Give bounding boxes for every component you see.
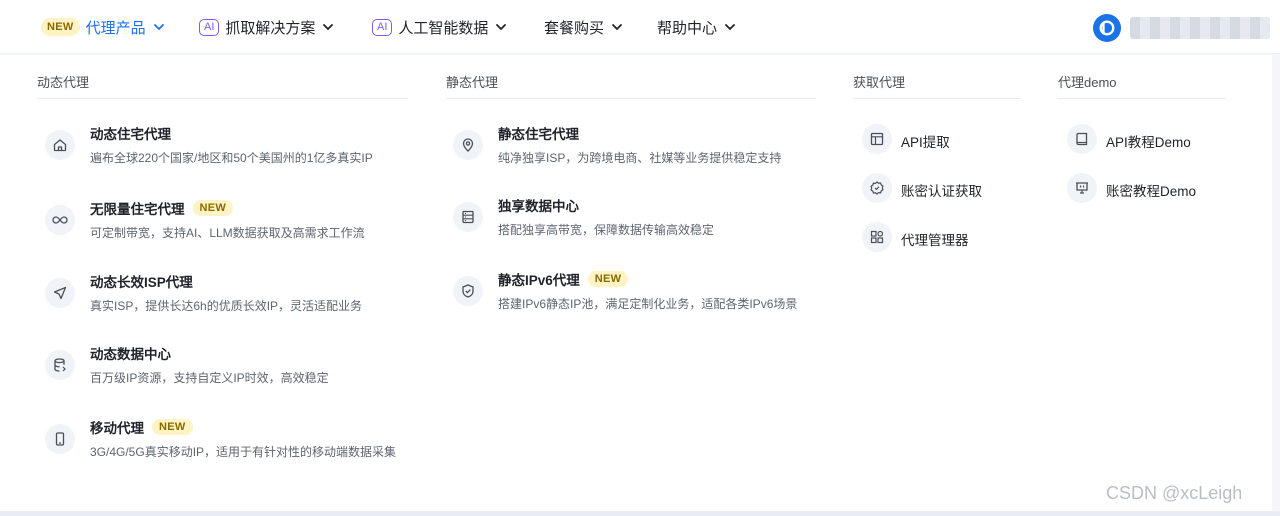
item-title: 移动代理 NEW <box>90 417 193 437</box>
book-icon <box>1067 124 1097 154</box>
column-title-dynamic: 动态代理 <box>37 75 90 90</box>
item-label: 账密认证获取 <box>901 184 982 199</box>
nav-help-center[interactable]: 帮助中心 <box>657 0 737 54</box>
item-description: 可定制带宽，支持AI、LLM数据获取及高需求工作流 <box>90 226 365 240</box>
item-description: 搭建IPv6静态IP池，满足定制化业务，适配各类IPv6场景 <box>498 297 798 311</box>
page-background-strip <box>0 511 1280 516</box>
menu-item-mobile-proxy[interactable]: 移动代理 NEW 3G/4G/5G真实移动IP，适用于有针对性的移动端数据采集 <box>45 419 415 464</box>
presentation-icon <box>1067 173 1097 203</box>
infinity-icon <box>45 205 75 235</box>
item-title-text: 静态IPv6代理 <box>498 273 580 288</box>
menu-item-dedicated-datacenter[interactable]: 独享数据中心 搭配独享高带宽，保障数据传输高效稳定 <box>453 199 813 242</box>
menu-item-dynamic-residential[interactable]: 动态住宅代理 遍布全球220个国家/地区和50个美国州的1亿多真实IP <box>45 127 405 170</box>
home-icon <box>45 130 75 160</box>
new-badge: NEW <box>152 419 193 435</box>
item-description: 搭配独享高带宽，保障数据传输高效稳定 <box>498 223 715 237</box>
column-title-demo: 代理demo <box>1058 75 1117 90</box>
item-label: 账密教程Demo <box>1106 184 1197 199</box>
nav-label: 人工智能数据 <box>398 19 489 37</box>
database-icon <box>45 350 75 380</box>
menu-item-proxy-manager[interactable]: 代理管理器 <box>862 222 1012 252</box>
menu-item-static-residential[interactable]: 静态住宅代理 纯净独享ISP，为跨境电商、社媒等业务提供稳定支持 <box>453 127 813 170</box>
divider <box>446 98 816 99</box>
menu-item-unlimited-residential[interactable]: 无限量住宅代理 NEW 可定制带宽，支持AI、LLM数据获取及高需求工作流 <box>45 200 405 245</box>
top-navigation-bar: NEW 代理产品 AI 抓取解决方案 AI 人工智能数据 套餐购买 帮助中心 <box>0 0 1280 54</box>
item-title-text: 动态长效ISP代理 <box>90 275 193 290</box>
server-icon <box>453 202 483 232</box>
item-label: API教程Demo <box>1106 135 1191 150</box>
brand-logo-icon <box>1099 20 1115 36</box>
menu-item-dynamic-datacenter[interactable]: 动态数据中心 百万级IP资源，支持自定义IP时效，高效稳定 <box>45 347 405 390</box>
item-title-text: 无限量住宅代理 <box>90 202 185 217</box>
divider <box>37 98 408 99</box>
menu-item-api-extract[interactable]: API提取 <box>862 124 1012 154</box>
item-title: 独享数据中心 <box>498 195 579 215</box>
nav-label: 套餐购买 <box>544 19 605 37</box>
item-label: API提取 <box>901 135 950 150</box>
user-avatar-logo[interactable] <box>1093 14 1121 42</box>
divider <box>853 98 1021 99</box>
nav-proxy-products[interactable]: NEW 代理产品 <box>41 0 166 54</box>
watermark: CSDN @xcLeigh <box>1106 483 1243 503</box>
chevron-down-icon <box>152 20 166 34</box>
nav-label: 代理产品 <box>85 19 146 37</box>
menu-item-dynamic-isp[interactable]: 动态长效ISP代理 真实ISP，提供长达6h的优质长效IP，灵活适配业务 <box>45 275 405 318</box>
blurred-username[interactable] <box>1130 17 1270 39</box>
mobile-icon <box>45 424 75 454</box>
nav-scraping-solutions[interactable]: AI 抓取解决方案 <box>199 0 335 54</box>
item-description: 3G/4G/5G真实移动IP，适用于有针对性的移动端数据采集 <box>90 445 397 459</box>
item-description: 百万级IP资源，支持自定义IP时效，高效稳定 <box>90 371 329 385</box>
chevron-down-icon <box>321 20 335 34</box>
send-icon <box>45 278 75 308</box>
item-title-text: 独享数据中心 <box>498 199 579 214</box>
shield-icon <box>453 276 483 306</box>
nav-label: 帮助中心 <box>657 19 718 37</box>
menu-item-api-demo[interactable]: API教程Demo <box>1067 124 1227 154</box>
item-title: 动态住宅代理 <box>90 123 171 143</box>
item-title-text: 移动代理 <box>90 421 144 436</box>
item-description: 遍布全球220个国家/地区和50个美国州的1亿多真实IP <box>90 151 373 165</box>
item-title-text: 动态数据中心 <box>90 347 171 362</box>
nav-pricing[interactable]: 套餐购买 <box>544 0 624 54</box>
column-title-fetch: 获取代理 <box>853 75 906 90</box>
grid-icon <box>862 222 892 252</box>
item-title: 静态住宅代理 <box>498 123 579 143</box>
ai-badge: AI <box>372 18 393 36</box>
ai-badge: AI <box>199 18 220 36</box>
nav-label: 抓取解决方案 <box>225 19 316 37</box>
menu-item-account-demo[interactable]: 账密教程Demo <box>1067 173 1227 203</box>
gear-badge-icon <box>862 173 892 203</box>
new-badge: NEW <box>192 200 234 216</box>
menu-item-account-auth[interactable]: 账密认证获取 <box>862 173 1012 203</box>
api-window-icon <box>862 124 892 154</box>
new-badge: NEW <box>41 18 80 36</box>
item-title-text: 静态住宅代理 <box>498 127 579 142</box>
divider <box>1058 98 1226 99</box>
item-label: 代理管理器 <box>901 233 969 248</box>
item-title: 静态IPv6代理 NEW <box>498 269 629 289</box>
chevron-down-icon <box>723 20 737 34</box>
nav-ai-data[interactable]: AI 人工智能数据 <box>372 0 508 54</box>
chevron-down-icon <box>494 20 508 34</box>
location-pin-icon <box>453 130 483 160</box>
item-title: 动态数据中心 <box>90 343 171 363</box>
item-description: 纯净独享ISP，为跨境电商、社媒等业务提供稳定支持 <box>498 151 782 165</box>
item-title: 动态长效ISP代理 <box>90 271 193 291</box>
column-title-static: 静态代理 <box>446 75 499 90</box>
item-title-text: 动态住宅代理 <box>90 127 171 142</box>
item-title: 无限量住宅代理 NEW <box>90 198 234 218</box>
item-description: 真实ISP，提供长达6h的优质长效IP，灵活适配业务 <box>90 299 363 313</box>
menu-item-static-ipv6[interactable]: 静态IPv6代理 NEW 搭建IPv6静态IP池，满足定制化业务，适配各类IPv6… <box>453 271 823 316</box>
new-badge: NEW <box>587 271 629 287</box>
chevron-down-icon <box>610 20 624 34</box>
